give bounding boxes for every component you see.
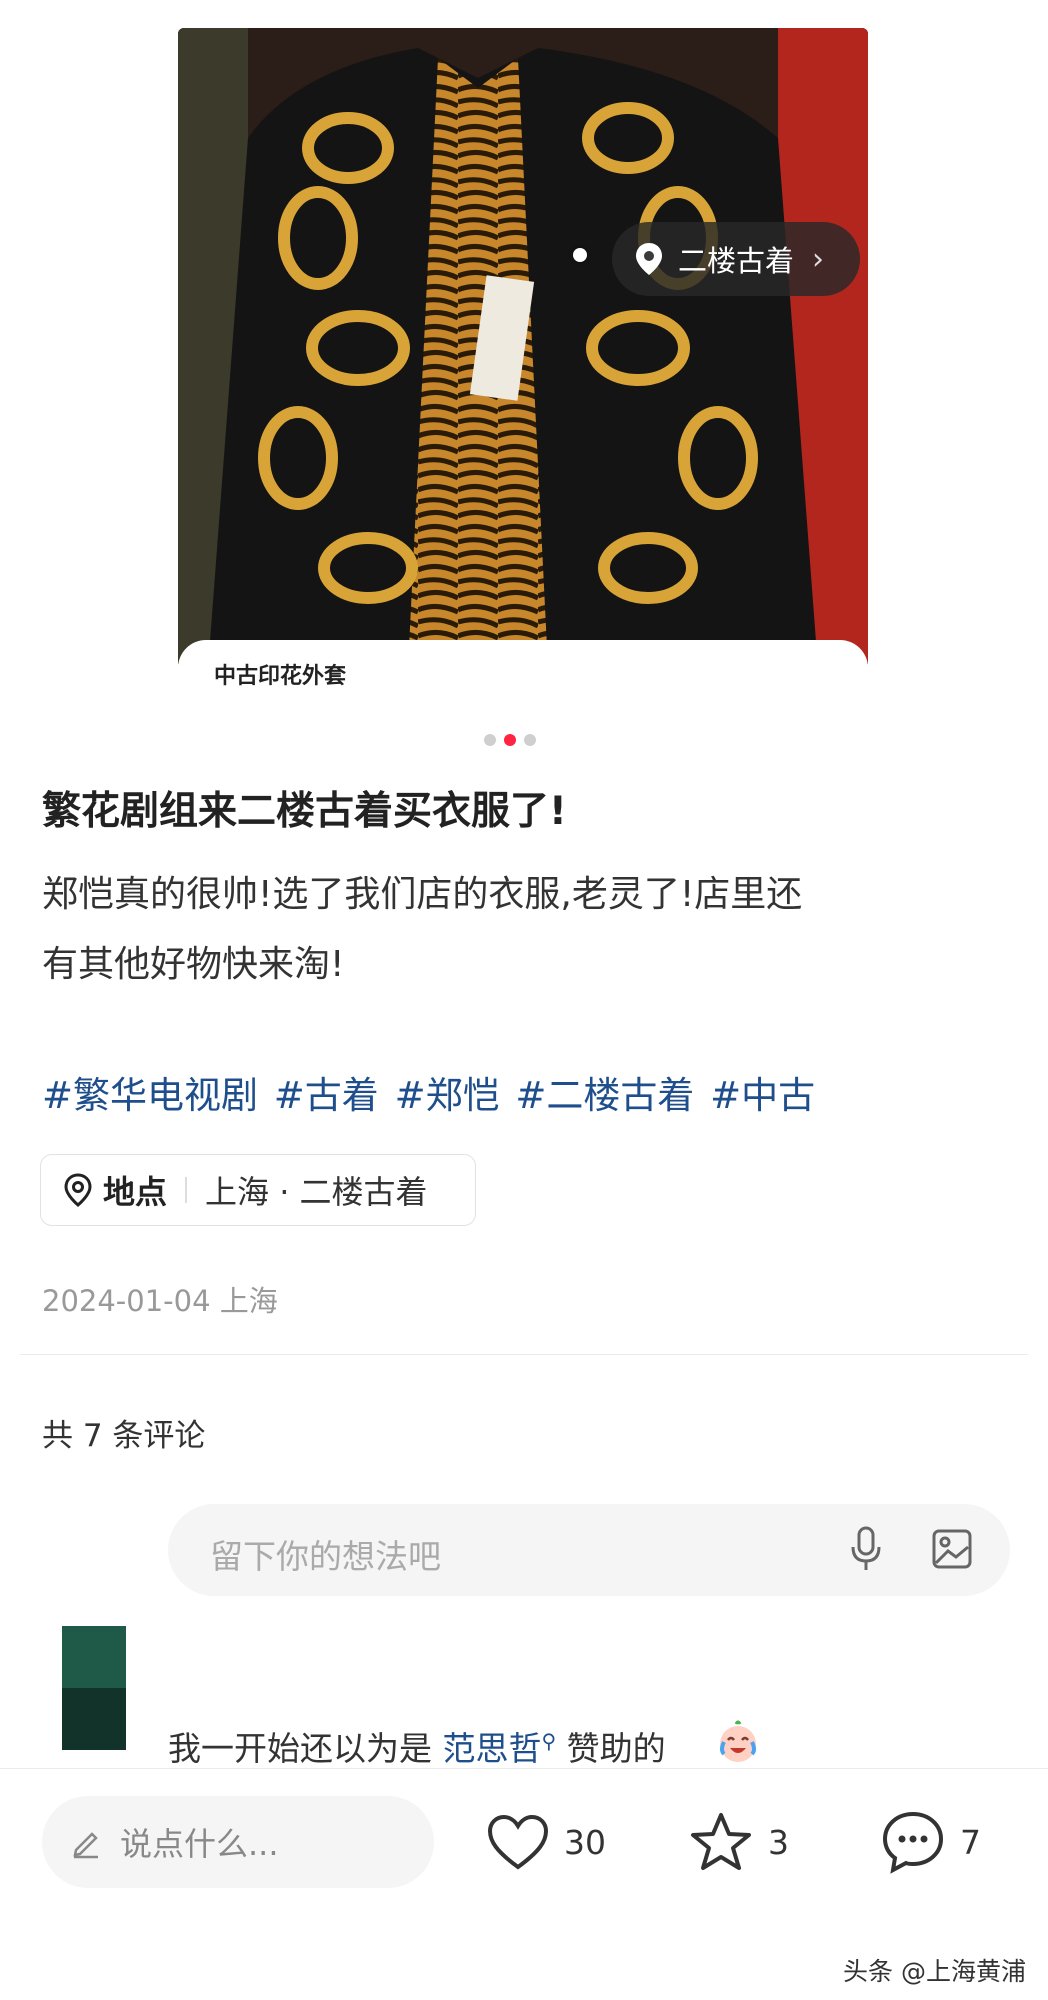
comment-text: 我一开始还以为是 范思哲⚲ 赞助的 xyxy=(168,1722,666,1770)
post-image[interactable] xyxy=(178,28,868,668)
comment-count: 共 7 条评论 xyxy=(42,1418,206,1454)
hashtag[interactable]: #中古 xyxy=(710,1074,815,1117)
post-date: 2024-01-04 上海 xyxy=(42,1284,278,1318)
divider xyxy=(0,1768,1048,1769)
hashtag[interactable]: #郑恺 xyxy=(395,1074,500,1117)
star-icon xyxy=(691,1813,751,1870)
hashtag-list: #繁华电视剧 #古着 #郑恺 #二楼古着 #中古 xyxy=(42,1065,815,1119)
image-upload-icon[interactable] xyxy=(930,1527,974,1571)
image-location-tag[interactable]: 二楼古着 › xyxy=(612,222,860,296)
hashtag[interactable]: #古着 xyxy=(274,1074,379,1117)
comment-input-placeholder: 留下你的想法吧 xyxy=(210,1537,441,1576)
location-pin-icon xyxy=(636,243,662,275)
chat-bubble-icon xyxy=(882,1811,944,1874)
location-pin-icon xyxy=(64,1173,92,1207)
microphone-icon[interactable] xyxy=(848,1525,884,1573)
location-chip-label: 地点 xyxy=(103,1173,168,1211)
search-icon: ⚲ xyxy=(541,1729,557,1753)
carousel-dot[interactable] xyxy=(484,734,496,746)
avatar[interactable] xyxy=(62,1626,126,1750)
location-chip-value: 上海 · 二楼古着 xyxy=(205,1173,428,1211)
comment-text-suffix: 赞助的 xyxy=(556,1729,666,1768)
hashtag[interactable]: #二楼古着 xyxy=(515,1074,694,1117)
hashtag[interactable]: #繁华电视剧 xyxy=(42,1074,258,1117)
post-body: 郑恺真的很帅!选了我们店的衣服,老灵了!店里还 有其他好物快来淘! xyxy=(42,860,1002,1000)
say-something-placeholder: 说点什么... xyxy=(120,1825,279,1863)
like-count: 30 xyxy=(564,1822,606,1862)
favorite-button[interactable]: 3 xyxy=(688,1806,789,1878)
favorite-count: 3 xyxy=(768,1822,789,1862)
heart-icon xyxy=(487,1814,549,1870)
post-title: 繁花剧组来二楼古着买衣服了! xyxy=(42,789,567,834)
tag-anchor-dot xyxy=(573,248,587,262)
comment-count-badge: 7 xyxy=(960,1822,981,1862)
carousel-dot-active[interactable] xyxy=(504,734,516,746)
say-something-input[interactable]: 说点什么... xyxy=(42,1796,434,1888)
comment-text-prefix: 我一开始还以为是 xyxy=(168,1729,443,1768)
mention-link[interactable]: 范思哲 xyxy=(443,1729,542,1768)
image-caption: 中古印花外套 xyxy=(214,664,347,689)
post-body-line: 郑恺真的很帅!选了我们店的衣服,老灵了!店里还 xyxy=(42,874,803,915)
watermark: 头条 @上海黄浦 xyxy=(843,1957,1026,1986)
divider xyxy=(185,1177,188,1203)
post-body-line: 有其他好物快来淘! xyxy=(42,944,345,985)
crying-laughing-emoji-icon xyxy=(720,1720,756,1762)
comment-button[interactable]: 7 xyxy=(880,1806,981,1878)
carousel-dot[interactable] xyxy=(524,734,536,746)
location-chip[interactable]: 地点 上海 · 二楼古着 xyxy=(40,1154,476,1226)
chevron-right-icon: › xyxy=(812,241,825,277)
location-tag-label: 二楼古着 xyxy=(678,244,795,278)
divider xyxy=(20,1354,1028,1355)
pencil-icon xyxy=(73,1832,98,1859)
like-button[interactable]: 30 xyxy=(486,1806,606,1878)
